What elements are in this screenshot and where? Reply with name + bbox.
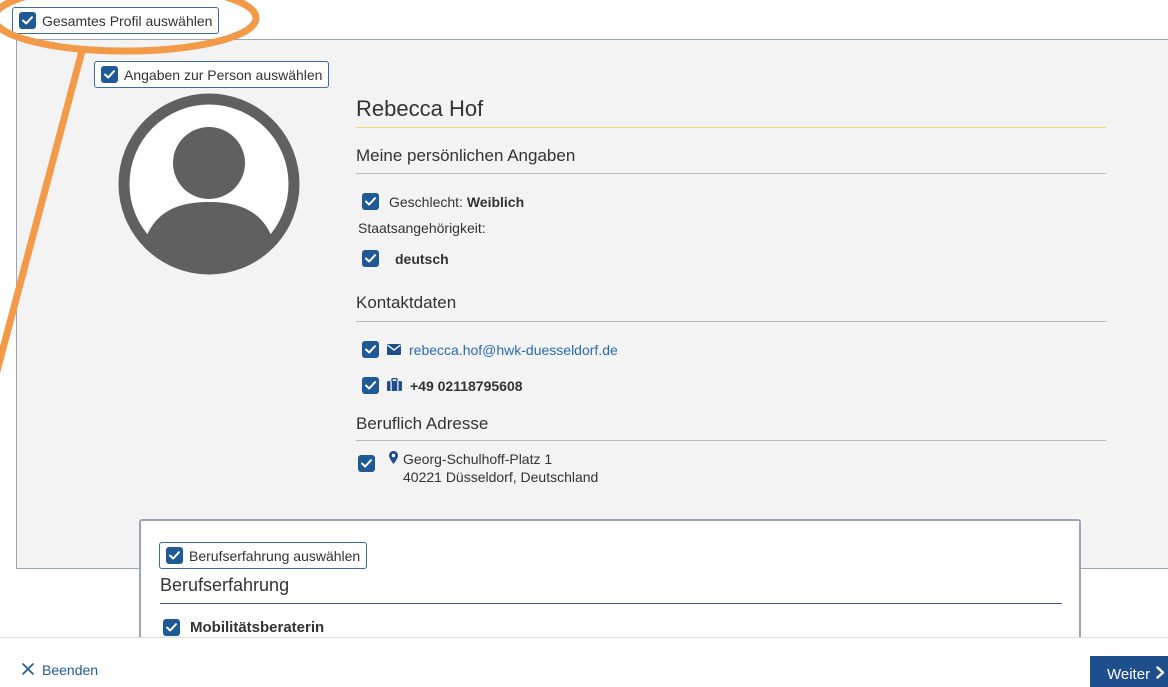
email-checkbox[interactable] [362,341,379,358]
phone-checkbox[interactable] [362,377,379,394]
nationality-row: deutsch [362,250,449,267]
email-row: rebecca.hof@hwk-duesseldorf.de [362,341,618,358]
select-personal-data-label: Angaben zur Person auswählen [124,66,323,83]
footer-bar: Beenden Weiter [0,637,1168,687]
nationality-value: deutsch [395,250,449,267]
phone-row: +49 02118795608 [362,377,523,394]
address-checkbox[interactable] [358,455,375,472]
gender-row: Geschlecht: Weiblich [362,193,524,210]
gender-checkbox[interactable] [362,193,379,210]
next-button[interactable]: Weiter [1090,656,1168,687]
select-personal-data-checkbox[interactable]: Angaben zur Person auswählen [94,61,330,88]
user-avatar-icon [118,93,300,275]
gender-value: Weiblich [466,193,525,210]
select-all-profile-label: Gesamtes Profil auswählen [42,12,213,29]
address-divider [356,440,1106,441]
quit-label: Beenden [42,662,99,678]
select-experience-label: Berufserfahrung auswählen [189,547,361,564]
close-icon [22,662,34,678]
experience-item-title: Mobilitätsberaterin [190,619,325,636]
address-section-title: Beruflich Adresse [356,414,489,433]
select-all-profile-checkbox[interactable]: Gesamtes Profil auswählen [12,7,220,34]
chevron-right-icon [1156,665,1165,683]
experience-title: Berufserfahrung [160,575,290,595]
gender-label: Geschlecht: [389,193,463,210]
contact-section-title: Kontaktdaten [356,293,457,312]
experience-item: Mobilitätsberaterin [163,619,324,636]
nationality-label: Staatsangehörigkeit: [358,220,486,236]
address-street: Georg-Schulhoff-Platz 1 [403,451,553,467]
checkbox-checked-icon [19,12,36,29]
profile-name: Rebecca Hof [356,96,484,121]
address-city: 40221 Düsseldorf, Deutschland [403,469,599,485]
select-experience-checkbox[interactable]: Berufserfahrung auswählen [159,542,368,569]
quit-button[interactable]: Beenden [22,662,98,678]
envelope-icon [387,342,401,358]
briefcase-icon [387,377,402,394]
experience-divider [160,603,1062,604]
contact-divider [356,321,1106,322]
experience-card: Berufserfahrung auswählen Berufserfahrun… [139,519,1081,649]
checkbox-checked-icon [166,547,183,564]
checkbox-checked-icon [101,66,118,83]
name-divider [356,127,1106,128]
phone-value: +49 02118795608 [410,377,523,394]
address-block: Georg-Schulhoff-Platz 1 40221 Düsseldorf… [403,450,598,486]
nationality-checkbox[interactable] [362,250,379,267]
next-label: Weiter [1107,665,1151,683]
email-link[interactable]: rebecca.hof@hwk-duesseldorf.de [409,342,618,358]
experience-item-checkbox[interactable] [163,619,180,636]
personal-data-section-title: Meine persönlichen Angaben [356,146,576,165]
personal-data-divider [356,173,1106,174]
map-marker-icon [389,451,398,469]
